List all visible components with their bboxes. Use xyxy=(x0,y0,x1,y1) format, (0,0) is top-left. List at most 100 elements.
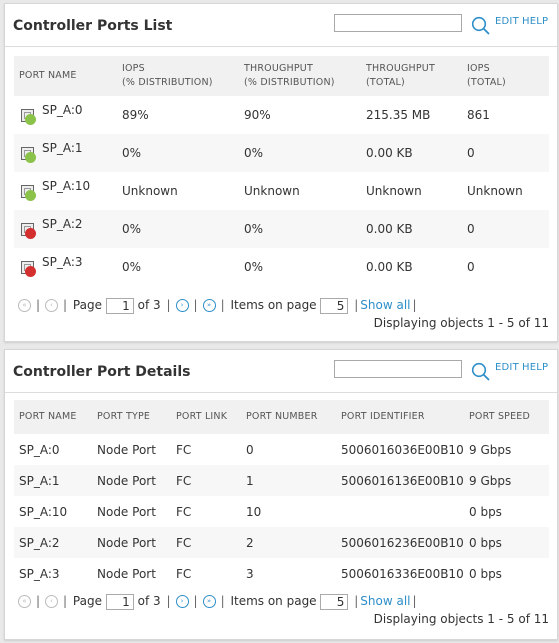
port-number-cell: 1 xyxy=(241,465,336,496)
port-name-cell[interactable]: SP_A:10 xyxy=(14,172,117,210)
search-icon[interactable] xyxy=(471,362,491,382)
status-red-icon xyxy=(25,228,36,239)
table-row[interactable]: SP_A:3 0% 0% 0.00 KB 0 xyxy=(14,248,549,286)
port-name-cell[interactable]: SP_A:2 xyxy=(14,210,117,248)
pagination-bar: «| ‹ | Page 1 of 3 | › |» | Items on page 5 |… xyxy=(15,295,419,315)
throughput-total-cell: 0.00 KB xyxy=(361,210,462,248)
port-number-cell: 10 xyxy=(246,504,262,519)
column-header[interactable]: THROUGHPUT (% DISTRIBUTION) xyxy=(239,56,361,96)
iops-dist-cell: 89% xyxy=(122,108,149,122)
page-count-label: of 3 xyxy=(137,594,161,608)
port-name-cell: SP_A:1 xyxy=(14,465,92,496)
prev-page-icon[interactable]: ‹ xyxy=(45,299,59,312)
column-header[interactable]: PORT SPEED xyxy=(464,400,549,434)
show-all-link[interactable]: Show all xyxy=(360,298,410,312)
port-speed-cell: 0 bps xyxy=(464,527,549,558)
status-green-icon xyxy=(25,190,36,201)
port-link-cell: FC xyxy=(176,442,192,457)
iops-dist-cell: 0% xyxy=(117,210,239,248)
throughput-dist-cell: Unknown xyxy=(244,184,300,198)
help-link[interactable]: HELP xyxy=(522,16,548,27)
items-per-page-input[interactable]: 5 xyxy=(320,297,349,314)
help-link[interactable]: HELP xyxy=(522,362,548,373)
throughput-total-cell: Unknown xyxy=(366,184,422,198)
table-row[interactable]: SP_A:0 89% 90% 215.35 MB 861 xyxy=(14,96,549,134)
iops-total-cell: 0 xyxy=(462,134,549,172)
search-icon[interactable] xyxy=(471,16,491,36)
port-identifier-cell: 5006016336E00B10 xyxy=(341,566,464,581)
port-speed-cell: 0 bps xyxy=(469,566,502,581)
next-page-icon[interactable]: › xyxy=(175,299,189,312)
port-name-cell: SP_A:3 xyxy=(19,566,60,581)
search-input[interactable] xyxy=(334,360,462,378)
iops-total-cell: 861 xyxy=(467,108,490,122)
column-header[interactable]: PORT NUMBER xyxy=(241,400,336,434)
port-type-cell: Node Port xyxy=(97,566,156,581)
column-header[interactable]: PORT TYPE xyxy=(92,400,171,434)
column-header[interactable]: PORT NAME xyxy=(14,56,117,96)
port-number-cell: 0 xyxy=(246,442,254,457)
table-row[interactable]: SP_A:10 Node Port FC 10 0 bps xyxy=(14,496,549,527)
panel-header: Controller Port Details EDIT HELP xyxy=(5,350,557,393)
iops-dist-cell: 0% xyxy=(122,260,142,274)
port-name-cell[interactable]: SP_A:0 xyxy=(14,96,117,134)
status-red-icon xyxy=(25,266,36,277)
status-green-icon xyxy=(25,114,36,125)
first-page-icon[interactable]: « xyxy=(18,595,31,608)
column-header[interactable]: PORT LINK xyxy=(171,400,241,434)
port-icon xyxy=(19,221,37,239)
throughput-dist-cell: 0% xyxy=(239,134,361,172)
first-page-icon[interactable]: « xyxy=(18,299,31,312)
column-header[interactable]: THROUGHPUT (TOTAL) xyxy=(361,56,462,96)
port-identifier-cell xyxy=(336,496,464,527)
iops-total-cell: 0 xyxy=(462,210,549,248)
port-name-cell: SP_A:0 xyxy=(19,442,60,457)
table-row[interactable]: SP_A:0 Node Port FC 0 5006016036E00B10 9… xyxy=(14,434,549,465)
details-table-container: PORT NAME PORT TYPE PORT LINK PORT NUMBE… xyxy=(14,400,549,589)
next-page-icon[interactable]: › xyxy=(175,595,189,608)
table-row[interactable]: SP_A:2 Node Port FC 2 5006016236E00B10 0… xyxy=(14,527,549,558)
column-header[interactable]: IOPS (TOTAL) xyxy=(462,56,549,96)
last-page-icon[interactable]: » xyxy=(202,595,216,608)
column-header[interactable]: PORT IDENTIFIER xyxy=(336,400,464,434)
table-header-row: PORT NAME IOPS (% DISTRIBUTION) THROUGHPU… xyxy=(14,56,549,96)
throughput-dist-cell: 0% xyxy=(244,260,264,274)
search-input[interactable] xyxy=(334,14,462,32)
throughput-total-cell: 0.00 KB xyxy=(366,260,413,274)
port-name-cell[interactable]: SP_A:1 xyxy=(14,134,117,172)
page-number-input[interactable]: 1 xyxy=(105,297,134,314)
column-header[interactable]: PORT NAME xyxy=(14,400,92,434)
displaying-objects-label: Displaying objects 1 - 5 of 11 xyxy=(373,316,549,330)
prev-page-icon[interactable]: ‹ xyxy=(45,595,59,608)
table-row[interactable]: SP_A:1 Node Port FC 1 5006016136E00B10 9… xyxy=(14,465,549,496)
page-label: Page xyxy=(72,594,102,608)
port-icon xyxy=(19,183,37,201)
table-row[interactable]: SP_A:1 0% 0% 0.00 KB 0 xyxy=(14,134,549,172)
last-page-icon[interactable]: » xyxy=(202,299,216,312)
page-number-input[interactable]: 1 xyxy=(105,593,134,610)
ports-table-container: PORT NAME IOPS (% DISTRIBUTION) THROUGHPU… xyxy=(14,56,549,286)
port-number-cell: 2 xyxy=(241,527,336,558)
column-header[interactable]: IOPS (% DISTRIBUTION) xyxy=(117,56,239,96)
port-name-cell: SP_A:2 xyxy=(14,527,92,558)
items-on-page-label: Items on page xyxy=(230,594,317,608)
details-table: PORT NAME PORT TYPE PORT LINK PORT NUMBE… xyxy=(14,400,549,589)
edit-link[interactable]: EDIT xyxy=(495,362,519,373)
table-row[interactable]: SP_A:10 Unknown Unknown Unknown Unknown xyxy=(14,172,549,210)
table-row[interactable]: SP_A:3 Node Port FC 3 5006016336E00B10 0… xyxy=(14,558,549,589)
port-link-cell: FC xyxy=(171,527,241,558)
items-on-page-label: Items on page xyxy=(230,298,317,312)
port-name-cell[interactable]: SP_A:3 xyxy=(14,248,117,286)
show-all-link[interactable]: Show all xyxy=(360,594,410,608)
items-per-page-input[interactable]: 5 xyxy=(320,593,349,610)
port-speed-cell: 9 Gbps xyxy=(464,465,549,496)
controller-port-details-panel: Controller Port Details EDIT HELP PORT N… xyxy=(4,349,558,640)
edit-link[interactable]: EDIT xyxy=(495,16,519,27)
pagination-bar: «| ‹ | Page 1 of 3 | › |» | Items on page 5 |… xyxy=(15,591,419,611)
port-icon xyxy=(19,145,37,163)
port-type-cell: Node Port xyxy=(97,442,156,457)
port-type-cell: Node Port xyxy=(97,504,156,519)
iops-total-cell: 0 xyxy=(467,260,475,274)
port-speed-cell: 9 Gbps xyxy=(469,442,512,457)
table-row[interactable]: SP_A:2 0% 0% 0.00 KB 0 xyxy=(14,210,549,248)
